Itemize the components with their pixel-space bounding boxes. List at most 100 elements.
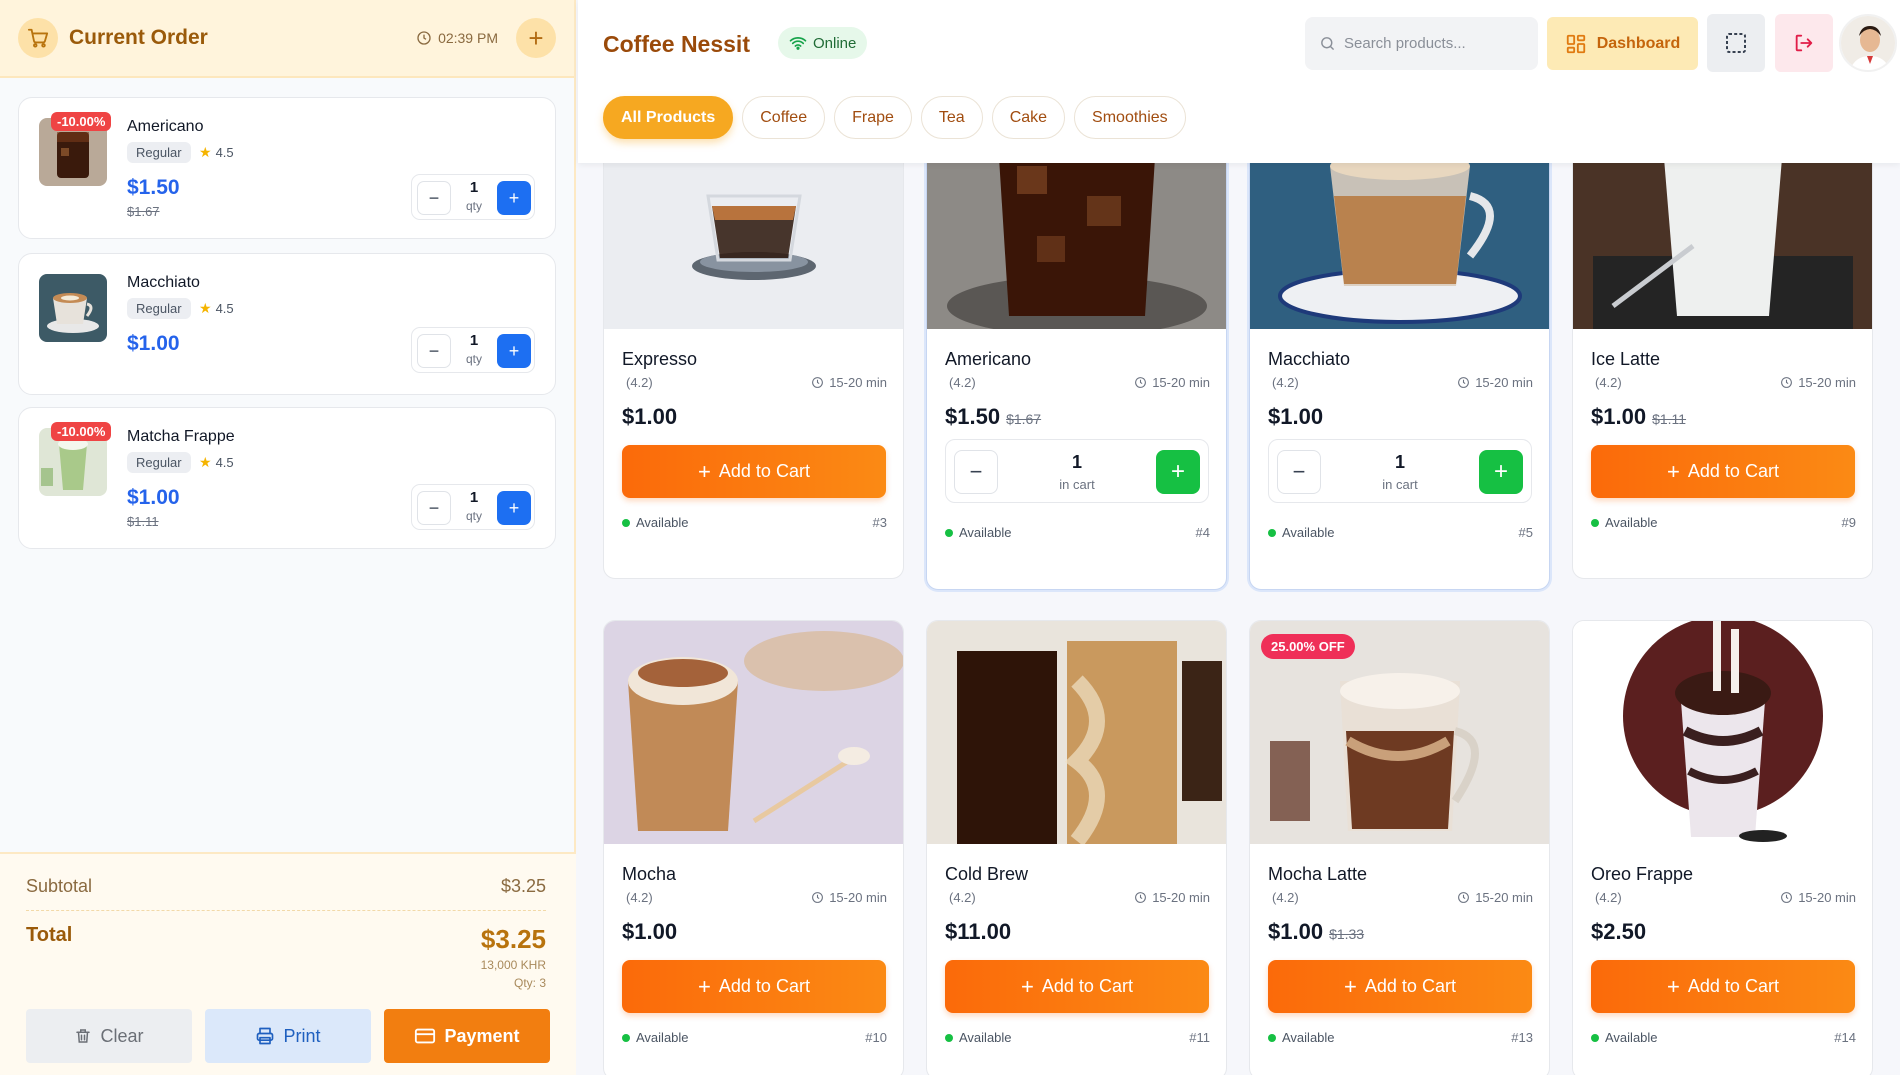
decrease-qty-button[interactable]: −	[417, 491, 451, 525]
decrease-qty-button[interactable]: −	[417, 334, 451, 368]
tab-smoothies[interactable]: Smoothies	[1074, 96, 1186, 139]
add-to-cart-button[interactable]: + Add to Cart	[622, 960, 886, 1013]
product-price: $1.00 $1.11	[1591, 404, 1687, 429]
order-header: Current Order 02:39 PM +	[0, 0, 574, 78]
product-old-price: $1.33	[1329, 926, 1365, 942]
qty-value: 1	[469, 179, 479, 196]
add-to-cart-button[interactable]: + Add to Cart	[1591, 960, 1855, 1013]
tab-frape[interactable]: Frape	[834, 96, 912, 139]
subtotal-row: Subtotal $3.25	[26, 876, 546, 897]
product-card[interactable]: Americano (4.2) 15-20 min $1.50 $1.67 − 1…	[926, 163, 1227, 590]
decrease-qty-button[interactable]: −	[417, 181, 451, 215]
tab-cake[interactable]: Cake	[991, 96, 1066, 139]
status-badge: Online	[778, 27, 868, 59]
order-item-price: $1.00	[127, 486, 180, 509]
product-card[interactable]: Ice Latte (4.2) 15-20 min $1.00 $1.11 + Ad…	[1572, 163, 1873, 579]
order-item-name: Macchiato	[127, 274, 200, 291]
product-card[interactable]: Expresso (4.2) 15-20 min $1.00 + Add to C…	[603, 163, 904, 579]
decrease-qty-button[interactable]: −	[954, 450, 998, 494]
product-price: $11.00	[945, 919, 1012, 944]
add-to-cart-button[interactable]: + Add to Cart	[1268, 960, 1532, 1013]
search-box	[1305, 17, 1538, 70]
add-to-cart-button[interactable]: + Add to Cart	[622, 445, 886, 498]
order-item-price: $1.00	[127, 332, 180, 355]
print-button[interactable]: Print	[205, 1009, 371, 1063]
tab-coffee[interactable]: Coffee	[742, 96, 826, 139]
clock-icon	[812, 892, 824, 903]
quantity-stepper: − 1 qty +	[411, 484, 535, 530]
product-grid: Expresso (4.2) 15-20 min $1.00 + Add to C…	[578, 163, 1900, 1075]
add-to-cart-button[interactable]: + Add to Cart	[1591, 445, 1855, 498]
prep-time: 15-20 min	[1457, 375, 1533, 390]
avatar[interactable]	[1839, 14, 1897, 72]
clear-button[interactable]: Clear	[26, 1009, 192, 1063]
product-name: Ice Latte	[1591, 349, 1661, 369]
ice-latte-image	[1573, 163, 1872, 329]
scan-button[interactable]	[1707, 14, 1765, 72]
in-cart-qty: 1	[1071, 452, 1082, 472]
product-id: #4	[1195, 525, 1210, 540]
product-id: #14	[1834, 1030, 1856, 1045]
printer-icon	[257, 1027, 274, 1045]
tab-tea[interactable]: Tea	[920, 96, 983, 139]
discount-tag: -10.00%	[51, 422, 112, 441]
product-card[interactable]: Macchiato (4.2) 15-20 min $1.00 − 1 in c…	[1249, 163, 1550, 590]
availability: Available	[1268, 525, 1335, 540]
logout-button[interactable]	[1775, 14, 1833, 72]
product-old-price: $1.11	[1652, 411, 1687, 427]
increase-qty-button[interactable]: +	[497, 181, 531, 215]
search-input[interactable]	[1344, 35, 1524, 52]
increase-qty-button[interactable]: +	[497, 491, 531, 525]
order-item-name: Americano	[127, 118, 204, 135]
clock-icon	[812, 377, 824, 388]
trash-icon	[76, 1029, 91, 1043]
product-card[interactable]: Oreo Frappe (4.2) 15-20 min $2.50 + Add t…	[1572, 620, 1873, 1075]
product-card[interactable]: 25.00% OFF Mocha Latte (4.2) 15-20 min $…	[1249, 620, 1550, 1075]
product-id: #11	[1189, 1030, 1210, 1045]
qty-label: qty	[465, 352, 482, 366]
divider	[26, 910, 546, 911]
order-item: -10.00% Americano Regular ★ 4.5 $1.50 $1.…	[18, 97, 556, 239]
cart-quantity-stepper: − 1 in cart +	[1268, 439, 1532, 503]
cart-quantity-stepper: − 1 in cart +	[945, 439, 1209, 503]
new-order-button[interactable]: +	[516, 18, 556, 58]
order-item-rating: ★ 4.5	[199, 454, 234, 470]
status-dot	[945, 1033, 953, 1042]
credit-card-icon	[415, 1028, 436, 1044]
increase-qty-button[interactable]: +	[1156, 450, 1200, 494]
prep-time: 15-20 min	[1134, 375, 1210, 390]
product-name: Mocha	[622, 864, 677, 884]
decrease-qty-button[interactable]: −	[1277, 450, 1321, 494]
mocha-image	[604, 621, 903, 844]
total-label: Total	[26, 924, 73, 946]
order-item-size: Regular	[127, 142, 191, 163]
status-dot	[622, 518, 630, 527]
product-rating: (4.2)	[626, 375, 653, 390]
americano-image	[927, 163, 1226, 329]
macchiato-image	[1250, 163, 1549, 329]
order-panel: Current Order 02:39 PM + -10.00% America…	[0, 0, 576, 1075]
product-card[interactable]: Cold Brew (4.2) 15-20 min $11.00 + Add to…	[926, 620, 1227, 1075]
oreo-frappe-image	[1573, 621, 1872, 844]
increase-qty-button[interactable]: +	[497, 334, 531, 368]
product-card[interactable]: Mocha (4.2) 15-20 min $1.00 + Add to Cart…	[603, 620, 904, 1075]
product-rating: (4.2)	[1595, 890, 1622, 905]
order-item: Macchiato Regular ★ 4.5 $1.00 − 1 qty +	[18, 253, 556, 395]
payment-button[interactable]: Payment	[384, 1009, 550, 1063]
status-dot	[1268, 1033, 1276, 1042]
product-price: $1.00	[622, 404, 678, 429]
availability: Available	[622, 515, 689, 530]
clock-icon	[1781, 377, 1793, 388]
tab-all-products[interactable]: All Products	[603, 96, 734, 139]
product-id: #3	[872, 515, 887, 530]
prep-time: 15-20 min	[1780, 375, 1856, 390]
plus-icon: +	[1667, 973, 1680, 999]
add-to-cart-button[interactable]: + Add to Cart	[945, 960, 1209, 1013]
clock-icon	[1135, 892, 1147, 903]
qty-value: 1	[469, 489, 479, 506]
product-rating: (4.2)	[1595, 375, 1622, 390]
product-id: #9	[1841, 515, 1856, 530]
order-item-old-price: $1.67	[127, 204, 160, 219]
dashboard-button[interactable]: Dashboard	[1547, 17, 1698, 70]
increase-qty-button[interactable]: +	[1479, 450, 1523, 494]
